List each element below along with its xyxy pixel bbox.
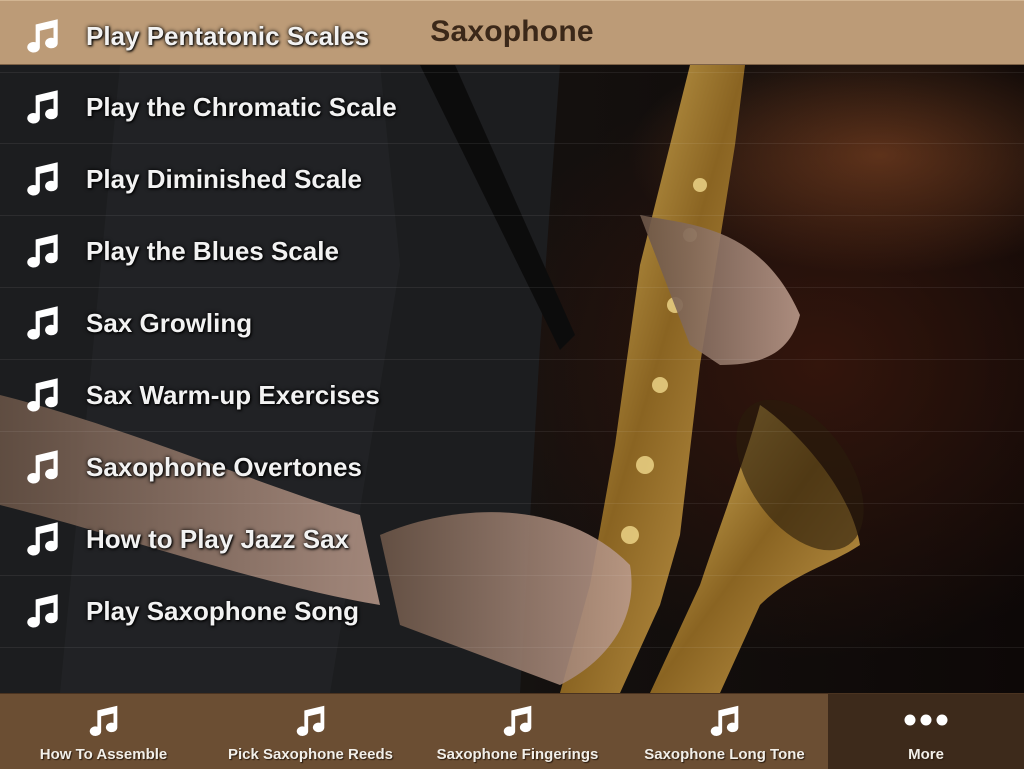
list-item-play-the-blues-scale[interactable]: Play the Blues Scale bbox=[0, 215, 1024, 288]
more-dots-icon bbox=[904, 714, 948, 726]
tab-label: Saxophone Fingerings bbox=[436, 746, 599, 763]
list-item-label: Sax Warm-up Exercises bbox=[86, 379, 380, 410]
list-item-label: Play the Blues Scale bbox=[86, 235, 339, 266]
tab-saxophone-long-tone[interactable]: Saxophone Long Tone bbox=[621, 694, 828, 769]
music-note-icon bbox=[27, 234, 58, 268]
list-item-how-to-play-jazz-sax[interactable]: How to Play Jazz Sax bbox=[0, 503, 1024, 576]
music-note-icon bbox=[27, 378, 58, 412]
list-item-play-pentatonic-scales[interactable]: Play Pentatonic Scales bbox=[0, 0, 1024, 73]
music-note-icon bbox=[710, 705, 738, 736]
list-item-label: Sax Growling bbox=[86, 307, 253, 338]
music-note-icon bbox=[27, 19, 58, 53]
list-item-label: Play Saxophone Song bbox=[86, 595, 360, 626]
list-item-play-the-chromatic-scale[interactable]: Play the Chromatic Scale bbox=[0, 71, 1024, 144]
tab-saxophone-fingerings[interactable]: Saxophone Fingerings bbox=[414, 694, 621, 769]
tab-label: How To Assemble bbox=[39, 746, 168, 763]
lesson-list: Play Pentatonic Scales Play the Chromati… bbox=[0, 19, 1024, 672]
list-item-sax-warm-up-exercises[interactable]: Sax Warm-up Exercises bbox=[0, 359, 1024, 432]
music-note-icon bbox=[27, 162, 58, 196]
tab-label: Pick Saxophone Reeds bbox=[227, 746, 394, 763]
tab-label: More bbox=[908, 746, 944, 763]
music-note-icon bbox=[27, 450, 58, 484]
music-note-icon bbox=[27, 594, 58, 628]
tab-label: Saxophone Long Tone bbox=[644, 746, 805, 763]
music-note-icon bbox=[296, 705, 324, 736]
list-item-play-diminished-scale[interactable]: Play Diminished Scale bbox=[0, 143, 1024, 216]
tab-how-to-assemble[interactable]: How To Assemble bbox=[0, 694, 207, 769]
list-item-sax-growling[interactable]: Sax Growling bbox=[0, 287, 1024, 360]
list-item-label: Play Pentatonic Scales bbox=[86, 20, 370, 51]
list-item-label: Saxophone Overtones bbox=[86, 451, 362, 482]
bottom-tab-bar: How To Assemble Pick Saxophone Reeds Sax… bbox=[0, 693, 1024, 769]
music-note-icon bbox=[89, 705, 117, 736]
list-item-label: How to Play Jazz Sax bbox=[86, 523, 349, 554]
list-item-play-saxophone-song[interactable]: Play Saxophone Song bbox=[0, 575, 1024, 648]
music-note-icon bbox=[27, 306, 58, 340]
list-item-label: Play Diminished Scale bbox=[86, 163, 363, 194]
music-note-icon bbox=[27, 90, 58, 124]
tab-pick-saxophone-reeds[interactable]: Pick Saxophone Reeds bbox=[207, 694, 414, 769]
music-note-icon bbox=[27, 522, 58, 556]
list-item-label: Play the Chromatic Scale bbox=[86, 91, 397, 122]
tab-more[interactable]: More bbox=[828, 694, 1024, 769]
music-note-icon bbox=[503, 705, 531, 736]
list-item-saxophone-overtones[interactable]: Saxophone Overtones bbox=[0, 431, 1024, 504]
